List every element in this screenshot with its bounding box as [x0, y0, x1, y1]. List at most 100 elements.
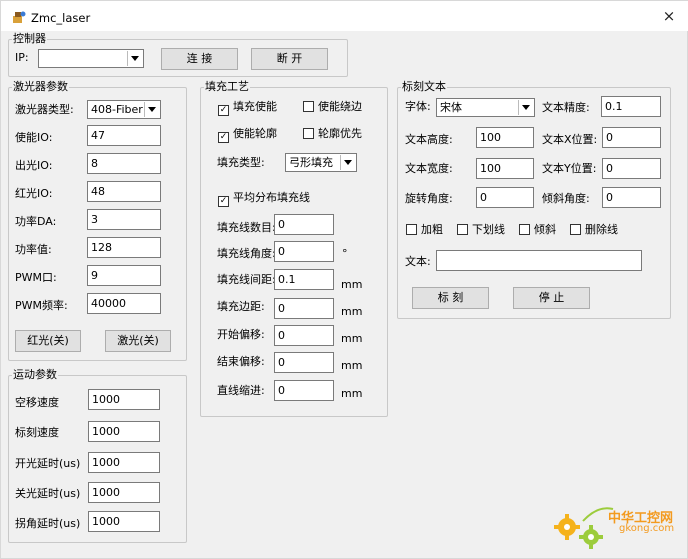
precision-label: 文本精度:	[542, 101, 590, 114]
fill-legend: 填充工艺	[204, 80, 250, 93]
text-width-field[interactable]: 100	[476, 158, 534, 179]
laser-toggle-button[interactable]: 激光(关)	[105, 330, 171, 352]
rotate-label: 旋转角度:	[405, 192, 453, 205]
check-icon[interactable]: ✓	[218, 132, 229, 143]
mm-unit: mm	[341, 305, 363, 318]
mark-speed-field[interactable]: 1000	[88, 421, 160, 442]
fill-row-label: 填充边距:	[217, 300, 265, 313]
watermark-logo: 中华工控网 gkong.com	[553, 501, 683, 551]
pwm-port-field[interactable]: 9	[87, 265, 161, 286]
stop-button[interactable]: 停 止	[513, 287, 590, 309]
degree-unit: °	[342, 247, 348, 260]
check-icon[interactable]: ✓	[218, 105, 229, 116]
watermark-url: gkong.com	[619, 523, 675, 534]
chevron-down-icon[interactable]	[144, 102, 159, 117]
title-bar: Zmc_laser ×	[1, 1, 688, 31]
idle-speed-field[interactable]: 1000	[88, 389, 160, 410]
fill-row-label: 填充线数目:	[217, 221, 276, 234]
red-io-field[interactable]: 48	[87, 181, 161, 202]
checkbox-box[interactable]	[406, 224, 417, 235]
laser-off-delay-field[interactable]: 1000	[88, 482, 160, 503]
window-title: Zmc_laser	[31, 11, 91, 25]
text-y-label: 文本Y位置:	[542, 162, 597, 175]
connect-button[interactable]: 连 接	[161, 48, 238, 70]
font-combo[interactable]: 宋体	[436, 98, 535, 117]
font-label: 字体:	[405, 100, 431, 113]
line-indent-field[interactable]: 0	[274, 380, 334, 401]
tilt-field[interactable]: 0	[602, 187, 661, 208]
chevron-down-icon[interactable]	[127, 51, 142, 66]
text-height-field[interactable]: 100	[476, 127, 534, 148]
fill-row-label: 结束偏移:	[217, 355, 265, 368]
pwm-frequency-field[interactable]: 40000	[87, 293, 161, 314]
fill-row-label: 直线缩进:	[217, 384, 265, 397]
text-label: 文本:	[405, 255, 431, 268]
precision-field[interactable]: 0.1	[601, 96, 661, 117]
checkbox-box[interactable]	[303, 128, 314, 139]
corner-delay-field[interactable]: 1000	[88, 511, 160, 532]
fill-type-combo[interactable]: 弓形填充	[285, 153, 357, 172]
enable-io-field[interactable]: 47	[87, 125, 161, 146]
main-window: Zmc_laser × 控制器 IP: 连 接 断 开 激光器参数 激光器类型:…	[0, 0, 688, 559]
fill-row-label: 开始偏移:	[217, 328, 265, 341]
check-icon[interactable]: ✓	[218, 196, 229, 207]
mm-unit: mm	[341, 278, 363, 291]
outline-first-checkbox[interactable]: 轮廓优先	[303, 127, 362, 141]
mm-unit: mm	[341, 332, 363, 345]
outline-enable-checkbox[interactable]: ✓ 使能轮廓	[218, 127, 277, 143]
checkbox-box[interactable]	[570, 224, 581, 235]
even-distribution-checkbox[interactable]: ✓ 平均分布填充线	[218, 191, 310, 207]
ip-combo[interactable]	[38, 49, 144, 68]
laser-type-combo[interactable]: 408-Fiber	[87, 100, 161, 119]
laser-on-delay-field[interactable]: 1000	[88, 452, 160, 473]
mm-unit: mm	[341, 359, 363, 372]
strikethrough-checkbox[interactable]: 删除线	[570, 223, 618, 237]
mm-unit: mm	[341, 387, 363, 400]
fill-line-spacing-field[interactable]: 0.1	[274, 269, 334, 290]
tilt-label: 倾斜角度:	[542, 192, 590, 205]
motion-row-label: 空移速度	[15, 396, 59, 409]
checkbox-box[interactable]	[519, 224, 530, 235]
fill-line-count-field[interactable]: 0	[274, 214, 334, 235]
checkbox-box[interactable]	[457, 224, 468, 235]
chevron-down-icon[interactable]	[518, 100, 533, 115]
close-icon[interactable]: ×	[659, 6, 679, 26]
underline-checkbox[interactable]: 下划线	[457, 223, 505, 237]
laser-row-label: 使能IO:	[15, 131, 53, 144]
italic-checkbox[interactable]: 倾斜	[519, 223, 556, 237]
disconnect-button[interactable]: 断 开	[251, 48, 328, 70]
controller-legend: 控制器	[12, 32, 47, 45]
text-x-field[interactable]: 0	[602, 127, 661, 148]
mark-button[interactable]: 标 刻	[412, 287, 489, 309]
fill-row-label: 填充线角度:	[217, 247, 276, 260]
motion-row-label: 标刻速度	[15, 426, 59, 439]
fill-enable-checkbox[interactable]: ✓ 填充使能	[218, 100, 277, 116]
end-offset-field[interactable]: 0	[274, 352, 334, 373]
laser-type-value: 408-Fiber	[91, 103, 143, 116]
output-io-field[interactable]: 8	[87, 153, 161, 174]
ip-label: IP:	[15, 51, 29, 64]
laser-row-label: 功率DA:	[15, 215, 57, 228]
rotate-field[interactable]: 0	[476, 187, 534, 208]
text-y-field[interactable]: 0	[602, 158, 661, 179]
motion-row-label: 开光延时(us)	[15, 457, 81, 470]
laser-type-label: 激光器类型:	[15, 103, 74, 116]
laser-row-label: PWM频率:	[15, 299, 68, 312]
font-value: 宋体	[440, 101, 462, 114]
text-legend: 标刻文本	[401, 80, 447, 93]
bold-checkbox[interactable]: 加粗	[406, 223, 443, 237]
fill-type-label: 填充类型:	[217, 156, 265, 169]
chevron-down-icon[interactable]	[340, 155, 355, 170]
fill-margin-field[interactable]: 0	[274, 298, 334, 319]
power-value-field[interactable]: 128	[87, 237, 161, 258]
power-da-field[interactable]: 3	[87, 209, 161, 230]
text-input[interactable]	[436, 250, 642, 271]
red-light-button[interactable]: 红光(关)	[15, 330, 81, 352]
start-offset-field[interactable]: 0	[274, 325, 334, 346]
text-x-label: 文本X位置:	[542, 133, 598, 146]
fill-line-angle-field[interactable]: 0	[274, 241, 334, 262]
checkbox-box[interactable]	[303, 101, 314, 112]
motion-row-label: 拐角延时(us)	[15, 517, 81, 530]
text-width-label: 文本宽度:	[405, 162, 453, 175]
around-edge-checkbox[interactable]: 使能绕边	[303, 100, 362, 114]
